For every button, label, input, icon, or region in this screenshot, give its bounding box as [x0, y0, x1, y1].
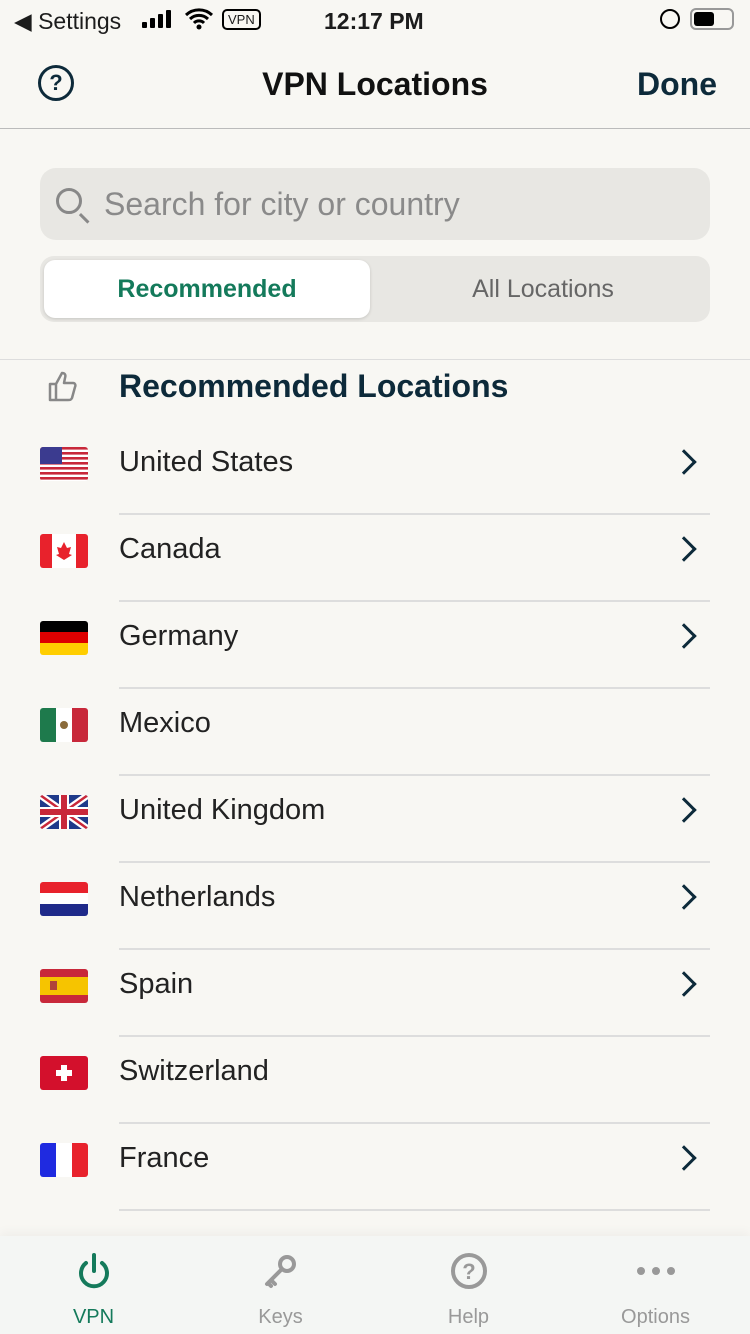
divider	[119, 1209, 710, 1211]
tab-bar: VPN Keys ? Help Options	[0, 1236, 750, 1334]
chevron-right-icon[interactable]	[671, 449, 697, 475]
tab-vpn[interactable]: VPN	[0, 1236, 187, 1334]
tab-all-locations[interactable]: All Locations	[380, 260, 706, 318]
location-name: Switzerland	[119, 1055, 269, 1087]
location-row[interactable]: Switzerland	[0, 1037, 750, 1124]
location-name: United States	[119, 446, 294, 478]
tab-label: Keys	[258, 1306, 303, 1328]
location-name: United Kingdom	[119, 794, 326, 826]
tab-label: VPN	[72, 1306, 115, 1328]
signal-icon	[142, 10, 171, 28]
chevron-right-icon[interactable]	[671, 971, 697, 997]
wifi-icon	[184, 6, 214, 36]
flag-icon	[40, 534, 88, 568]
search-bar[interactable]	[40, 168, 710, 240]
search-input[interactable]	[104, 168, 694, 240]
vpn-badge: VPN	[222, 9, 261, 30]
tab-keys[interactable]: Keys	[187, 1236, 374, 1334]
nav-bar: ? VPN Locations Done	[0, 40, 750, 129]
flag-icon	[40, 882, 88, 916]
tab-help[interactable]: ? Help	[375, 1236, 562, 1334]
section-header: Recommended Locations	[0, 366, 750, 410]
chevron-right-icon[interactable]	[671, 536, 697, 562]
chevron-right-icon[interactable]	[671, 1145, 697, 1171]
back-to-settings[interactable]: ◀ Settings	[14, 8, 121, 35]
more-dots-icon	[562, 1236, 749, 1306]
battery-icon	[690, 8, 734, 30]
flag-icon	[40, 795, 88, 829]
location-name: Germany	[119, 620, 239, 652]
clock: 12:17 PM	[324, 8, 424, 34]
location-name: Netherlands	[119, 881, 276, 913]
chevron-right-icon[interactable]	[671, 884, 697, 910]
location-name: Canada	[119, 533, 221, 565]
question-circle-icon: ?	[375, 1236, 562, 1306]
location-name: Spain	[119, 968, 194, 1000]
location-row[interactable]: United Kingdom	[0, 776, 750, 863]
flag-icon	[40, 1143, 88, 1177]
tab-label: Help	[447, 1306, 490, 1328]
done-button[interactable]: Done	[637, 66, 717, 103]
location-row[interactable]: Spain	[0, 950, 750, 1037]
divider	[0, 359, 750, 360]
segmented-control: Recommended All Locations	[40, 256, 710, 322]
location-row[interactable]: Canada	[0, 515, 750, 602]
status-bar: ◀ Settings VPN 12:17 PM	[0, 0, 750, 40]
location-row[interactable]: France	[0, 1124, 750, 1211]
flag-icon	[40, 621, 88, 655]
tab-label: Options	[621, 1306, 690, 1328]
location-row[interactable]: United States	[0, 428, 750, 515]
tab-recommended[interactable]: Recommended	[44, 260, 370, 318]
search-icon	[56, 188, 82, 214]
chevron-right-icon[interactable]	[671, 797, 697, 823]
flag-icon	[40, 447, 88, 481]
flag-icon	[40, 969, 88, 1003]
section-title: Recommended Locations	[119, 368, 509, 404]
rotation-lock-icon	[660, 9, 680, 29]
thumbs-up-icon	[48, 370, 78, 410]
location-name: Mexico	[119, 707, 211, 739]
location-row[interactable]: Germany	[0, 602, 750, 689]
power-icon	[0, 1236, 187, 1306]
flag-icon	[40, 1056, 88, 1090]
tab-options[interactable]: Options	[562, 1236, 749, 1334]
location-row[interactable]: Netherlands	[0, 863, 750, 950]
location-name: France	[119, 1142, 210, 1174]
flag-icon	[40, 708, 88, 742]
svg-text:?: ?	[462, 1259, 475, 1284]
location-row[interactable]: Mexico	[0, 689, 750, 776]
key-icon	[187, 1236, 374, 1306]
chevron-right-icon[interactable]	[671, 623, 697, 649]
